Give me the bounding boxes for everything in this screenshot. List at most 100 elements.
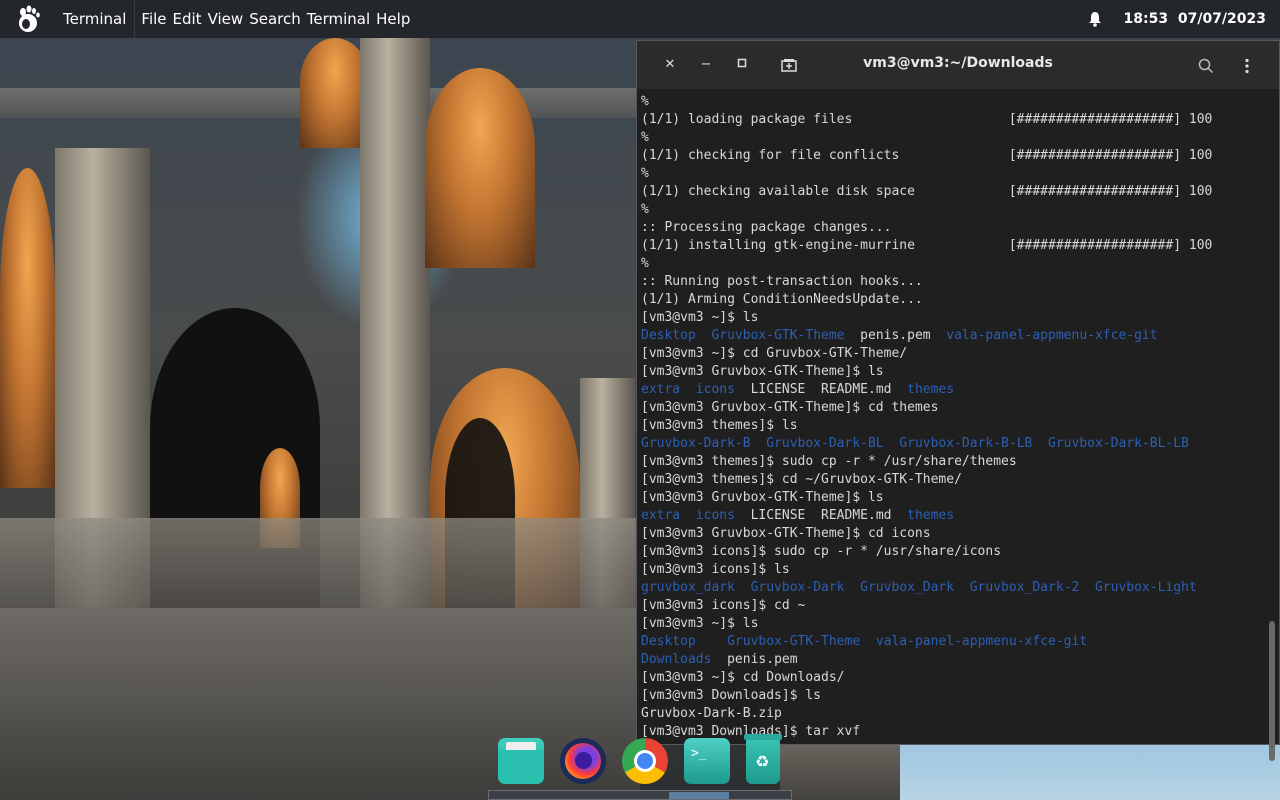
terminal-line: [vm3@vm3 icons]$ sudo cp -r * /usr/share… xyxy=(641,543,1261,561)
menu-edit[interactable]: Edit xyxy=(173,10,202,28)
terminal-text: [vm3@vm3 ~]$ cd Downloads/ xyxy=(641,670,845,685)
terminal-text: penis.pem xyxy=(711,652,798,667)
chrome-icon[interactable] xyxy=(622,738,668,784)
directory-name: Gruvbox-GTK-Theme xyxy=(727,634,861,649)
terminal-line: [vm3@vm3 Gruvbox-GTK-Theme]$ ls xyxy=(641,363,1261,381)
directory-name: vala-panel-appmenu-xfce-git xyxy=(875,634,1088,649)
maximize-icon[interactable] xyxy=(735,58,749,72)
menu-search[interactable]: Search xyxy=(249,10,301,28)
terminal-line: [vm3@vm3 icons]$ ls xyxy=(641,561,1261,579)
directory-name: Gruvbox-Dark-BL xyxy=(766,436,884,451)
terminal-line: Desktop Gruvbox-GTK-Theme penis.pem vala… xyxy=(641,327,1261,345)
terminal-line: [vm3@vm3 themes]$ ls xyxy=(641,417,1261,435)
terminal-line: % xyxy=(641,165,1261,183)
close-icon[interactable]: ✕ xyxy=(663,58,677,72)
terminal-line: [vm3@vm3 Gruvbox-GTK-Theme]$ ls xyxy=(641,489,1261,507)
directory-name: gruvbox_dark xyxy=(641,580,735,595)
firefox-icon[interactable] xyxy=(560,738,606,784)
terminal-text: % xyxy=(641,130,649,145)
terminal-line: (1/1) Arming ConditionNeedsUpdate... xyxy=(641,291,1261,309)
directory-name: icons xyxy=(695,508,735,523)
directory-name: Gruvbox-Dark-BL-LB xyxy=(1048,436,1189,451)
terminal-text: [vm3@vm3 ~]$ cd Gruvbox-GTK-Theme/ xyxy=(641,346,908,361)
terminal-text: [vm3@vm3 ~]$ ls xyxy=(641,616,759,631)
terminal-text: [vm3@vm3 themes]$ ls xyxy=(641,418,798,433)
directory-name: Gruvbox-Dark-B-LB xyxy=(899,436,1033,451)
gnome-foot-icon[interactable] xyxy=(13,4,43,34)
terminal-text: [vm3@vm3 Gruvbox-GTK-Theme]$ ls xyxy=(641,490,884,505)
terminal-line: [vm3@vm3 ~]$ ls xyxy=(641,309,1261,327)
kebab-menu-icon[interactable] xyxy=(1239,58,1255,74)
notification-bell-icon[interactable] xyxy=(1088,11,1102,27)
menu-view[interactable]: View xyxy=(208,10,244,28)
terminal-line: [vm3@vm3 ~]$ ls xyxy=(641,615,1261,633)
terminal-text: [vm3@vm3 icons]$ sudo cp -r * /usr/share… xyxy=(641,544,1002,559)
minimize-icon[interactable]: − xyxy=(699,58,713,72)
directory-name: themes xyxy=(907,382,955,397)
search-icon[interactable] xyxy=(1197,58,1215,74)
directory-name: Desktop xyxy=(641,634,696,649)
dock-bar xyxy=(488,790,792,800)
top-panel: Terminal File Edit View Search Terminal … xyxy=(0,0,1280,38)
new-tab-icon[interactable] xyxy=(780,58,798,72)
directory-name: extra xyxy=(641,382,681,397)
directory-name: Gruvbox-Dark-B xyxy=(641,436,751,451)
directory-name: extra xyxy=(641,508,681,523)
terminal-line: [vm3@vm3 themes]$ sudo cp -r * /usr/shar… xyxy=(641,453,1261,471)
directory-name: Gruvbox_Dark-2 xyxy=(969,580,1080,595)
files-icon[interactable] xyxy=(498,738,544,784)
terminal-output[interactable]: % (1/1) loading package files [##########… xyxy=(641,93,1261,739)
directory-name: vala-panel-appmenu-xfce-git xyxy=(946,328,1158,343)
directory-name: Desktop xyxy=(641,328,696,343)
directory-name: icons xyxy=(695,382,735,397)
terminal-text: % xyxy=(641,94,649,109)
directory-name: themes xyxy=(907,508,955,523)
menu-terminal[interactable]: Terminal xyxy=(307,10,370,28)
terminal-line: (1/1) checking for file conflicts [#####… xyxy=(641,147,1261,165)
terminal-line: :: Running post-transaction hooks... xyxy=(641,273,1261,291)
terminal-line: (1/1) loading package files [###########… xyxy=(641,111,1261,129)
terminal-line: Gruvbox-Dark-B.zip xyxy=(641,705,1261,723)
terminal-text: (1/1) checking for file conflicts [#####… xyxy=(641,148,1213,163)
terminal-text: (1/1) installing gtk-engine-murrine [###… xyxy=(641,238,1213,253)
terminal-line: [vm3@vm3 ~]$ cd Downloads/ xyxy=(641,669,1261,687)
trash-icon[interactable]: ♻ xyxy=(744,734,782,784)
terminal-scrollbar[interactable] xyxy=(1269,91,1275,761)
directory-name: Gruvbox_Dark xyxy=(860,580,955,595)
terminal-text: [vm3@vm3 themes]$ cd ~/Gruvbox-GTK-Theme… xyxy=(641,472,962,487)
terminal-text: [vm3@vm3 icons]$ cd ~ xyxy=(641,598,806,613)
menu-file[interactable]: File xyxy=(141,10,166,28)
menu-separator xyxy=(134,0,136,38)
terminal-line: gruvbox_dark Gruvbox-Dark Gruvbox_Dark G… xyxy=(641,579,1261,597)
panel-status-area: 18:53 07/07/2023 xyxy=(1088,11,1266,27)
terminal-line: :: Processing package changes... xyxy=(641,219,1261,237)
terminal-text: [vm3@vm3 themes]$ sudo cp -r * /usr/shar… xyxy=(641,454,1017,469)
terminal-line: Downloads penis.pem xyxy=(641,651,1261,669)
scrollbar-thumb[interactable] xyxy=(1269,621,1275,761)
terminal-line: (1/1) installing gtk-engine-murrine [###… xyxy=(641,237,1261,255)
terminal-app-icon[interactable]: >_ xyxy=(684,738,730,784)
menu-help[interactable]: Help xyxy=(376,10,410,28)
directory-name: Gruvbox-Light xyxy=(1094,580,1197,595)
menu-app-name[interactable]: Terminal xyxy=(63,10,126,28)
terminal-text: LICENSE README.md xyxy=(734,382,908,397)
clock[interactable]: 18:53 07/07/2023 xyxy=(1124,11,1266,27)
terminal-line: [vm3@vm3 Gruvbox-GTK-Theme]$ cd icons xyxy=(641,525,1261,543)
directory-name: Downloads xyxy=(641,652,712,667)
terminal-line: % xyxy=(641,255,1261,273)
terminal-header-bar[interactable]: ✕ − vm3@vm3:~/Downloads xyxy=(637,41,1279,89)
terminal-window[interactable]: ✕ − vm3@vm3:~/Downloads % (1/1) loading p… xyxy=(636,40,1280,761)
directory-name: Gruvbox-Dark xyxy=(750,580,845,595)
terminal-line: extra icons LICENSE README.md themes xyxy=(641,507,1261,525)
terminal-text: (1/1) checking available disk space [###… xyxy=(641,184,1213,199)
